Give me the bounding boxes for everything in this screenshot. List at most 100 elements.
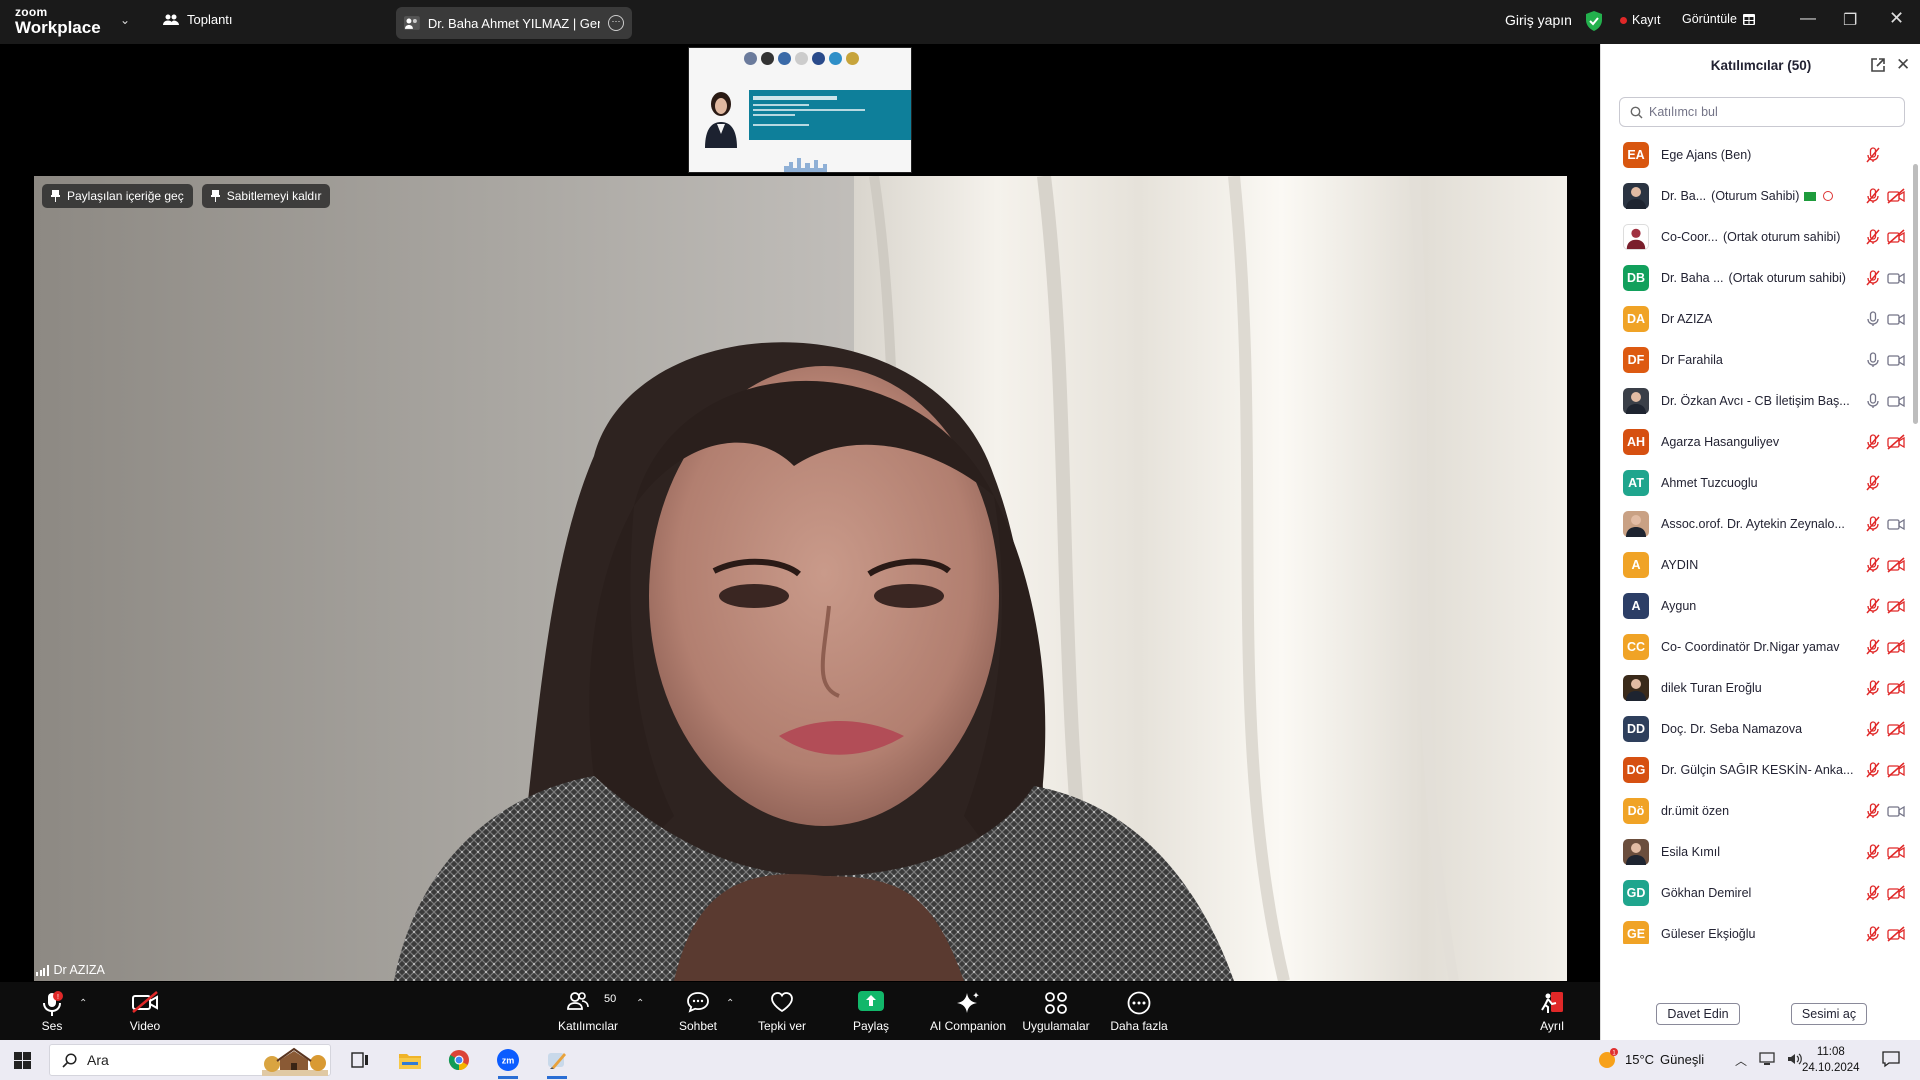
participant-row[interactable]: DB Dr. Baha ... (Ortak oturum sahibi) [1601, 257, 1913, 298]
share-button[interactable]: Paylaş [851, 982, 891, 1040]
unmute-me-button[interactable]: Sesimi aç [1791, 1003, 1867, 1025]
camera-icon[interactable] [1887, 352, 1905, 368]
camera-off-icon[interactable] [1887, 434, 1905, 450]
task-view-icon[interactable] [345, 1045, 375, 1075]
zoom-taskbar-icon[interactable]: zm [493, 1045, 523, 1079]
volume-icon[interactable] [1787, 1052, 1803, 1066]
mic-muted-icon[interactable] [1865, 885, 1881, 901]
mic-muted-icon[interactable] [1865, 926, 1881, 942]
camera-off-icon[interactable] [1887, 885, 1905, 901]
taskbar-search-box[interactable]: Ara [49, 1044, 331, 1076]
notification-center-icon[interactable] [1882, 1050, 1900, 1068]
camera-off-icon[interactable] [1887, 680, 1905, 696]
participant-row[interactable]: A AYDIN [1601, 544, 1913, 585]
close-window-icon[interactable]: ✕ [1889, 8, 1904, 29]
speaker-video[interactable] [34, 176, 1567, 981]
participant-row[interactable]: Dr. Ba... (Oturum Sahibi) [1601, 175, 1913, 216]
shield-check-icon[interactable] [1585, 11, 1603, 31]
mic-muted-icon[interactable] [1865, 229, 1881, 245]
camera-icon[interactable] [1887, 311, 1905, 327]
mic-muted-icon[interactable] [1865, 680, 1881, 696]
chrome-icon[interactable] [444, 1045, 474, 1075]
close-panel-icon[interactable]: ✕ [1896, 55, 1910, 75]
shared-content-thumbnail[interactable] [688, 47, 912, 173]
camera-off-icon[interactable] [1887, 926, 1905, 942]
camera-icon[interactable] [1887, 270, 1905, 286]
file-explorer-icon[interactable] [395, 1045, 425, 1075]
chat-options-caret-icon[interactable]: ⌃ [726, 998, 734, 1009]
mic-icon[interactable] [1865, 393, 1881, 409]
react-button[interactable]: Tepki ver [757, 982, 807, 1040]
participant-row[interactable]: CC Co- Coordinatör Dr.Nigar yamav [1601, 626, 1913, 667]
minimize-icon[interactable]: — [1800, 10, 1816, 28]
participant-row[interactable]: AT Ahmet Tuzcuoglu [1601, 462, 1913, 503]
network-icon[interactable] [1759, 1052, 1775, 1066]
participant-row[interactable]: Dr. Özkan Avcı - CB İletişim Baş... [1601, 380, 1913, 421]
camera-icon[interactable] [1887, 393, 1905, 409]
pop-out-icon[interactable] [1871, 58, 1885, 72]
mic-muted-icon[interactable] [1865, 516, 1881, 532]
camera-off-icon[interactable] [1887, 639, 1905, 655]
camera-off-icon[interactable] [1887, 188, 1905, 204]
camera-off-icon[interactable] [1887, 229, 1905, 245]
mic-muted-icon[interactable] [1865, 762, 1881, 778]
camera-off-icon[interactable] [1887, 557, 1905, 573]
zoom-workplace-logo[interactable]: zoom Workplace [15, 6, 101, 36]
participant-row[interactable]: GE Güleser Ekşioğlu [1601, 913, 1913, 944]
switch-to-shared-content-button[interactable]: Paylaşılan içeriğe geç [42, 184, 193, 208]
camera-off-icon[interactable] [1887, 598, 1905, 614]
mic-icon[interactable] [1865, 352, 1881, 368]
view-menu-button[interactable]: Görüntüle [1682, 12, 1755, 26]
mic-muted-icon[interactable] [1865, 557, 1881, 573]
camera-icon[interactable] [1887, 803, 1905, 819]
invite-button[interactable]: Davet Edin [1656, 1003, 1740, 1025]
more-button[interactable]: Daha fazla [1109, 982, 1169, 1040]
chevron-down-icon[interactable]: ⌄ [120, 13, 130, 27]
participant-row[interactable]: Assoc.orof. Dr. Aytekin Zeynalo... [1601, 503, 1913, 544]
participant-list-scrollbar[interactable] [1913, 164, 1918, 424]
participant-row[interactable]: DD Doç. Dr. Seba Namazova [1601, 708, 1913, 749]
maximize-icon[interactable]: ❐ [1843, 10, 1857, 30]
record-indicator[interactable]: Kayıt [1620, 13, 1661, 27]
more-options-icon[interactable]: ··· [608, 15, 624, 31]
participant-row[interactable]: DA Dr AZIZA [1601, 298, 1913, 339]
mic-muted-icon[interactable] [1865, 188, 1881, 204]
camera-off-icon[interactable] [1887, 844, 1905, 860]
participant-search-input[interactable] [1649, 105, 1889, 119]
camera-off-icon[interactable] [1887, 721, 1905, 737]
mic-muted-icon[interactable] [1865, 147, 1881, 163]
meeting-menu-button[interactable]: Toplantı [163, 12, 233, 27]
video-button[interactable]: Video [120, 982, 170, 1040]
leave-button[interactable]: Ayrıl [1535, 982, 1569, 1040]
participant-search-box[interactable] [1619, 97, 1905, 127]
participant-row[interactable]: GD Gökhan Demirel [1601, 872, 1913, 913]
participant-row[interactable]: Dö dr.ümit özen [1601, 790, 1913, 831]
weather-widget[interactable]: 1 15°C Güneşli [1597, 1048, 1704, 1070]
mic-muted-icon[interactable] [1865, 434, 1881, 450]
mic-muted-icon[interactable] [1865, 844, 1881, 860]
chat-button[interactable]: Sohbet [675, 982, 721, 1040]
mic-icon[interactable] [1865, 311, 1881, 327]
participants-button[interactable]: 50 Katılımcılar [556, 982, 620, 1040]
paint-icon[interactable] [542, 1045, 572, 1079]
signin-link[interactable]: Giriş yapın [1505, 12, 1572, 28]
apps-button[interactable]: Uygulamalar [1022, 982, 1090, 1040]
audio-button[interactable]: ! Ses [30, 982, 74, 1040]
audio-options-caret-icon[interactable]: ⌃ [79, 998, 87, 1009]
mic-muted-icon[interactable] [1865, 803, 1881, 819]
tray-chevron-up-icon[interactable]: ︿ [1735, 1052, 1747, 1069]
camera-off-icon[interactable] [1887, 762, 1905, 778]
mic-muted-icon[interactable] [1865, 639, 1881, 655]
camera-icon[interactable] [1887, 516, 1905, 532]
participant-row[interactable]: EA Ege Ajans (Ben) [1601, 134, 1913, 175]
mic-muted-icon[interactable] [1865, 598, 1881, 614]
meeting-tab[interactable]: Dr. Baha Ahmet YILMAZ | Genel I ··· [396, 7, 632, 39]
mic-muted-icon[interactable] [1865, 270, 1881, 286]
mic-muted-icon[interactable] [1865, 475, 1881, 491]
participant-row[interactable]: dilek Turan Eroğlu [1601, 667, 1913, 708]
mic-muted-icon[interactable] [1865, 721, 1881, 737]
participant-row[interactable]: DF Dr Farahila [1601, 339, 1913, 380]
participant-row[interactable]: DG Dr. Gülçin SAĞIR KESKİN- Anka... [1601, 749, 1913, 790]
participant-row[interactable]: A Aygun [1601, 585, 1913, 626]
system-clock[interactable]: 11:08 24.10.2024 [1802, 1044, 1860, 1076]
